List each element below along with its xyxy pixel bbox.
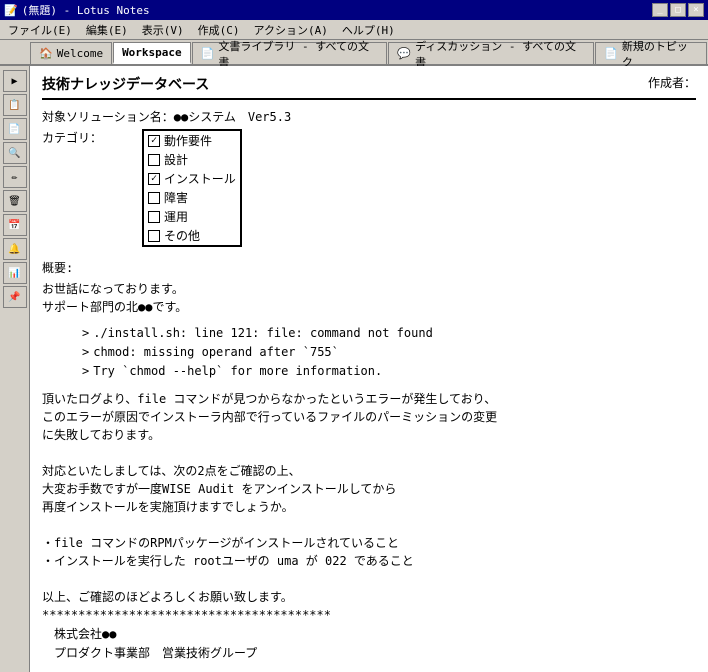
category-label: カテゴリ：: [42, 129, 142, 146]
bullet2: ・インストールを実行した rootユーザの uma が 022 であること: [42, 552, 696, 570]
tab-library[interactable]: 📄 文書ライブラリ - すべての文書: [192, 42, 388, 64]
checkbox-0[interactable]: ✓: [148, 135, 160, 147]
code-line-0: ./install.sh: line 121: file: command no…: [82, 324, 696, 343]
tab-library-icon: 📄: [201, 47, 215, 60]
category-row: カテゴリ： ✓ 動作要件 設計 ✓ インストール 障害: [42, 129, 696, 247]
tab-welcome[interactable]: 🏠 Welcome: [30, 42, 112, 64]
tab-welcome-label: Welcome: [57, 47, 103, 60]
author-label: 作成者：: [648, 74, 696, 94]
tab-discussion-icon: 💬: [397, 47, 411, 60]
menu-edit[interactable]: 編集(E): [80, 21, 134, 39]
content-area: 技術ナレッジデータベース 作成者： 対象ソリューション名： ●●システム Ver…: [30, 66, 708, 672]
solution-row: 対象ソリューション名： ●●システム Ver5.3: [42, 108, 696, 125]
body-text: お世話になっております。 サポート部門の北●●です。 ./install.sh:…: [42, 280, 696, 672]
title-bar: 📝 (無題) - Lotus Notes _ □ ×: [0, 0, 708, 20]
close-button[interactable]: ×: [688, 3, 704, 17]
tab-workspace[interactable]: Workspace: [113, 42, 191, 64]
sig-stars: ****************************************: [42, 606, 696, 625]
checkbox-1[interactable]: [148, 154, 160, 166]
code-line-2: Try `chmod --help` for more information.: [82, 362, 696, 381]
menu-view[interactable]: 表示(V): [136, 21, 190, 39]
minimize-button[interactable]: _: [652, 3, 668, 17]
sidebar-btn-4[interactable]: 🔍: [3, 142, 27, 164]
category-label-3: 障害: [164, 189, 188, 206]
app-icon: 📝: [4, 4, 18, 17]
category-item-1[interactable]: 設計: [144, 150, 240, 169]
checkbox-2[interactable]: ✓: [148, 173, 160, 185]
sidebar-btn-3[interactable]: 📄: [3, 118, 27, 140]
body-para6: 再度インストールを実施頂けますでしょうか。: [42, 498, 696, 516]
sig-dept: プロダクト事業部 営業技術グループ: [42, 644, 696, 663]
solution-label: 対象ソリューション名：: [42, 108, 174, 125]
sidebar-btn-5[interactable]: ✏: [3, 166, 27, 188]
tab-new-topic[interactable]: 📄 新規のトピック: [595, 42, 707, 64]
menu-action[interactable]: アクション(A): [248, 21, 334, 39]
db-title: 技術ナレッジデータベース: [42, 74, 209, 94]
category-item-2[interactable]: ✓ インストール: [144, 169, 240, 188]
body-para4: 対応といたしましては、次の2点をご確認の上、: [42, 462, 696, 480]
sidebar-btn-9[interactable]: 📊: [3, 262, 27, 284]
category-label-5: その他: [164, 227, 200, 244]
sidebar: ▶ 📋 📄 🔍 ✏ 🗑 📅 🔔 📊 📌: [0, 66, 30, 672]
category-item-5[interactable]: その他: [144, 226, 240, 245]
sidebar-btn-6[interactable]: 🗑: [3, 190, 27, 212]
checkbox-5[interactable]: [148, 230, 160, 242]
menu-create[interactable]: 作成(C): [192, 21, 246, 39]
sidebar-btn-8[interactable]: 🔔: [3, 238, 27, 260]
sig-company: 株式会社●●: [42, 625, 696, 644]
body-para3: に失敗しております。: [42, 426, 696, 444]
main-layout: ▶ 📋 📄 🔍 ✏ 🗑 📅 🔔 📊 📌 技術ナレッジデータベース 作成者： 対象…: [0, 66, 708, 672]
sidebar-btn-2[interactable]: 📋: [3, 94, 27, 116]
category-item-3[interactable]: 障害: [144, 188, 240, 207]
code-line-1: chmod: missing operand after `755`: [82, 343, 696, 362]
tab-new-topic-label: 新規のトピック: [622, 38, 698, 70]
tab-welcome-icon: 🏠: [39, 47, 53, 60]
tab-workspace-label: Workspace: [122, 46, 182, 59]
summary-label: 概要:: [42, 259, 696, 276]
code-block: ./install.sh: line 121: file: command no…: [82, 324, 696, 382]
window-title: (無題) - Lotus Notes: [22, 2, 150, 18]
title-bar-controls: _ □ ×: [652, 3, 704, 17]
tab-discussion[interactable]: 💬 ディスカッション - すべての文書: [388, 42, 594, 64]
category-dropdown[interactable]: ✓ 動作要件 設計 ✓ インストール 障害 運用: [142, 129, 242, 247]
checkbox-3[interactable]: [148, 192, 160, 204]
maximize-button[interactable]: □: [670, 3, 686, 17]
body-line1: お世話になっております。: [42, 280, 696, 298]
category-label-4: 運用: [164, 208, 188, 225]
sidebar-btn-10[interactable]: 📌: [3, 286, 27, 308]
tab-bar: 🏠 Welcome Workspace 📄 文書ライブラリ - すべての文書 💬…: [0, 40, 708, 66]
tab-library-label: 文書ライブラリ - すべての文書: [218, 38, 378, 70]
category-label-2: インストール: [164, 170, 236, 187]
signature: ****************************************…: [42, 606, 696, 672]
tab-new-topic-icon: 📄: [604, 47, 618, 60]
category-item-4[interactable]: 運用: [144, 207, 240, 226]
content-header: 技術ナレッジデータベース 作成者：: [42, 74, 696, 100]
body-para1: 頂いたログより、file コマンドが見つからなかったというエラーが発生しており、: [42, 390, 696, 408]
sidebar-btn-7[interactable]: 📅: [3, 214, 27, 236]
body-line2: サポート部門の北●●です。: [42, 298, 696, 316]
body-para2: このエラーが原因でインストーラ内部で行っているファイルのパーミッションの変更: [42, 408, 696, 426]
sidebar-btn-1[interactable]: ▶: [3, 70, 27, 92]
checkbox-4[interactable]: [148, 211, 160, 223]
category-label-0: 動作要件: [164, 132, 212, 149]
title-bar-left: 📝 (無題) - Lotus Notes: [4, 2, 150, 18]
category-label-1: 設計: [164, 151, 188, 168]
menu-help[interactable]: ヘルプ(H): [336, 21, 401, 39]
tab-discussion-label: ディスカッション - すべての文書: [415, 38, 585, 70]
solution-value: ●●システム Ver5.3: [174, 108, 291, 125]
body-para5: 大変お手数ですが一度WISE Audit をアンインストールしてから: [42, 480, 696, 498]
category-item-0[interactable]: ✓ 動作要件: [144, 131, 240, 150]
closing: 以上、ご確認のほどよろしくお願い致します。: [42, 588, 696, 606]
bullet1: ・file コマンドのRPMパッケージがインストールされていること: [42, 534, 696, 552]
menu-file[interactable]: ファイル(E): [2, 21, 78, 39]
